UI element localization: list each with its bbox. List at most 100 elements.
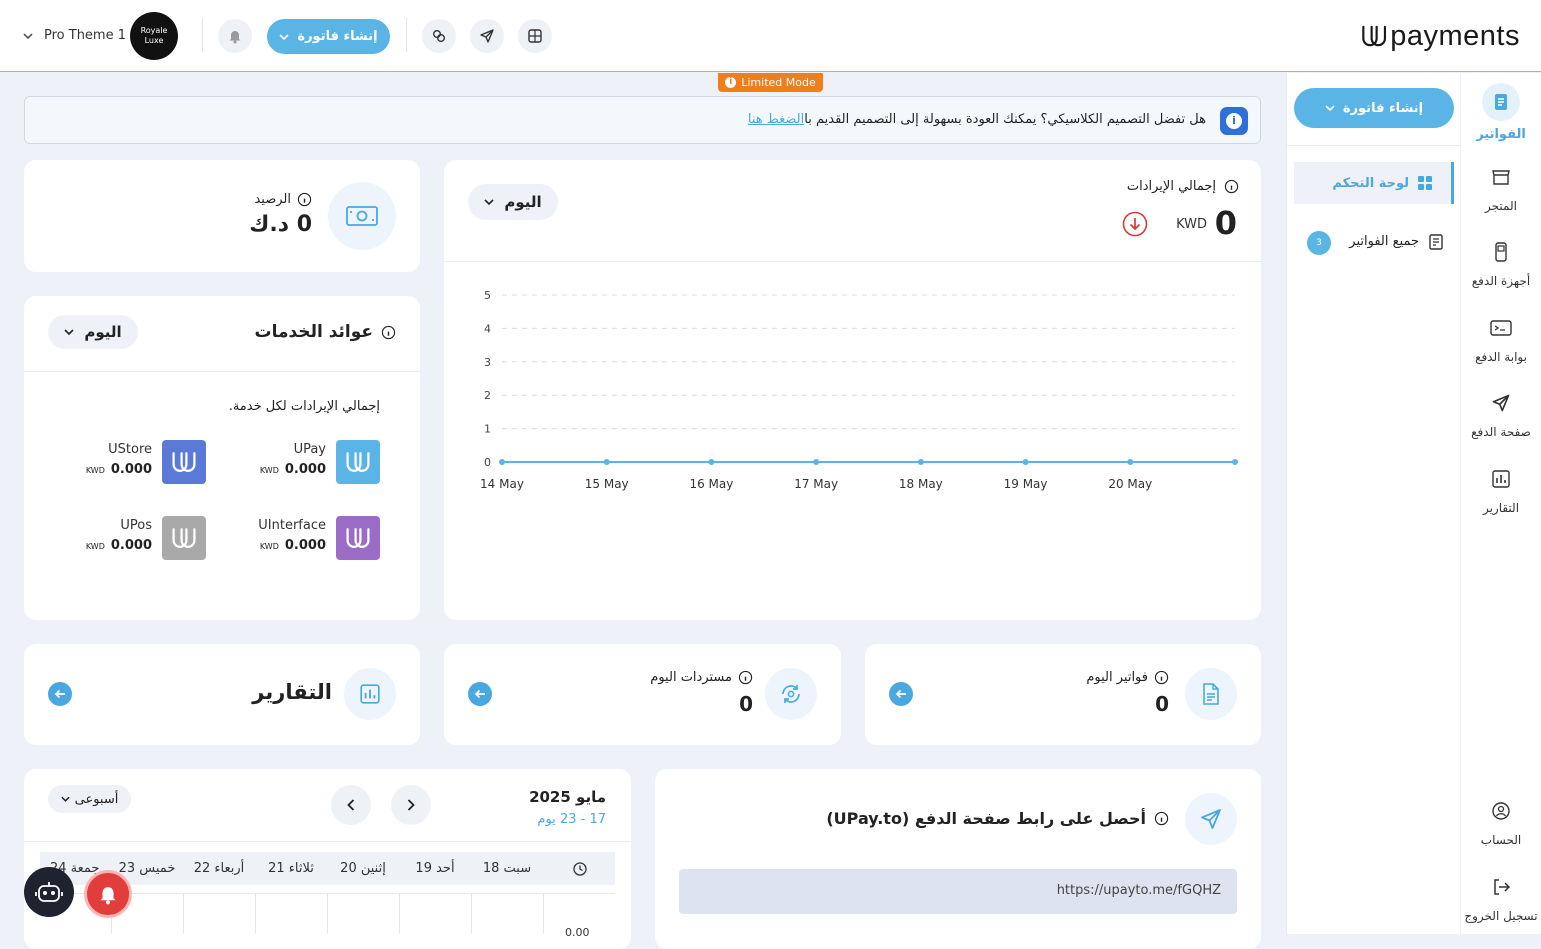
calendar-day-header: أربعاء 22 [193,861,245,876]
arrow-left-icon[interactable] [48,682,72,706]
data-point[interactable] [1232,459,1238,465]
service-uinterface[interactable]: UInterface KWD 0.000 [230,516,380,562]
rail-item-reports[interactable]: التقارير [1461,463,1541,515]
rail-item-payment-page[interactable]: صفحة الدفع [1461,387,1541,439]
send-button[interactable] [470,19,504,53]
calendar-next-button[interactable] [391,785,431,825]
arrow-left-icon[interactable] [468,682,492,706]
uinterface-logo-icon [336,516,380,560]
payment-link-field[interactable]: https://upayto.me/fGQHZ [679,869,1237,914]
link-icon [433,30,445,42]
revenue-period-dropdown[interactable]: اليوم [468,184,558,220]
info-icon[interactable] [381,325,396,340]
calendar-range: 17 - 23 يوم [537,812,606,827]
data-point[interactable] [1022,459,1029,465]
y-tick-label: 2 [484,389,491,402]
arrow-left-icon[interactable] [889,682,913,706]
chatbot-button[interactable] [24,867,74,917]
notifications-button[interactable] [218,19,252,53]
create-invoice-header-button[interactable]: إنشاء فاتورة [267,19,390,54]
sidebar-item-dashboard[interactable]: لوحة التحكم [1294,162,1454,204]
info-icon[interactable] [738,670,753,685]
info-icon[interactable] [297,192,312,207]
y-tick-label: 3 [484,356,491,369]
grid-icon [528,29,542,43]
info-icon[interactable] [1224,179,1239,194]
payment-link-title: أحصل على رابط صفحة الدفع (UPay.to) [826,809,1146,828]
y-tick-label: 1 [484,423,491,436]
y-tick-label: 5 [484,289,491,302]
chevron-down-icon [61,796,70,802]
store-icon [1485,161,1517,193]
classic-design-banner: i هل تفضل التصميم الكلاسيكي؟ يمكنك العود… [24,96,1261,144]
data-point[interactable] [603,459,610,465]
info-icon[interactable] [1154,670,1169,685]
refunds-today-card[interactable]: مستردات اليوم 0 [444,644,841,745]
brand-logo[interactable]: payments [1360,18,1520,54]
calendar-prev-button[interactable] [331,785,371,825]
calendar-view-dropdown[interactable]: أسبوعى [48,785,131,813]
link-button[interactable] [422,19,456,53]
calendar-month: مايو 2025 [529,788,606,806]
create-invoice-sidebar-button[interactable]: إنشاء فاتورة [1294,88,1454,128]
x-tick-label: 20 May [1108,477,1152,491]
user-name[interactable]: Pro Theme 1 [44,28,126,43]
brand-name: payments [1390,19,1520,52]
chevron-right-icon [407,799,415,811]
chevron-down-icon[interactable] [23,33,33,39]
revenue-card: إجمالي الإيرادات 0 KWD اليوم 0 1 2 3 4 5 14 Ma… [444,160,1261,620]
rail-item-pos-devices[interactable]: أجهزة الدفع [1461,236,1541,288]
balance-value: 0 د.ك [249,212,312,237]
bell-icon [229,31,241,44]
top-header: payments إنشاء فاتورة Royale Luxe Pro Th… [0,0,1541,72]
classic-design-link[interactable]: الضغط هنا [748,112,804,127]
x-tick-label: 17 May [794,477,838,491]
info-icon: i [1220,107,1248,135]
live-notification-button[interactable] [84,870,132,918]
calendar-day-header: إثنين 20 [340,861,386,876]
y-tick-label: 4 [484,322,491,335]
rail-item-payment-gateway[interactable]: بوابة الدفع [1461,312,1541,364]
brand-mark-icon [1362,25,1387,47]
reports-card[interactable]: التقارير [24,644,420,745]
data-point[interactable] [813,459,820,465]
revenue-value: 0 [1214,204,1237,242]
data-point[interactable] [1127,459,1134,465]
service-upay[interactable]: UPay KWD 0.000 [230,440,380,486]
rail-item-account[interactable]: الحساب [1461,795,1541,847]
rail-item-invoices[interactable]: الفواتير [1461,83,1541,142]
send-icon [1185,793,1237,845]
chevron-left-icon [347,799,355,811]
secondary-sidebar: إنشاء فاتورة لوحة التحكم 3 جميع الفواتير [1286,73,1461,934]
service-upos[interactable]: UPos KWD 0.000 [56,516,206,562]
grid-button[interactable] [518,19,552,53]
down-trend-icon [1122,211,1148,237]
services-period-dropdown[interactable]: اليوم [48,315,138,349]
balance-card: الرصيد 0 د.ك [24,160,420,272]
banner-text: هل تفضل التصميم الكلاسيكي؟ يمكنك العودة … [804,112,1206,127]
account-icon [1485,795,1517,827]
document-icon [1185,668,1237,720]
x-tick-label: 14 May [480,477,524,491]
info-icon[interactable] [1154,811,1169,826]
calendar-day-header: سبت 18 [482,861,532,876]
ustore-logo-icon [162,440,206,484]
sidebar-item-all-invoices[interactable]: 3 جميع الفواتير [1294,226,1454,258]
chevron-down-icon [484,199,494,205]
service-ustore[interactable]: UStore KWD 0.000 [56,440,206,486]
avatar[interactable]: Royale Luxe [130,12,178,60]
invoice-icon [1482,83,1520,121]
upos-logo-icon [162,516,206,560]
reports-icon [1485,463,1517,495]
services-title: عوائد الخدمات [254,322,374,342]
data-point[interactable] [917,459,924,465]
invoices-today-card[interactable]: فواتير اليوم 0 [865,644,1261,745]
cash-icon [328,182,396,250]
data-point[interactable] [708,459,715,465]
data-point[interactable] [499,459,505,465]
robot-icon [35,882,63,902]
primary-sidebar: الفواتير المتجر أجهزة الدفع بوابة الدفع … [1461,73,1541,934]
rail-item-store[interactable]: المتجر [1461,161,1541,213]
card-divider [24,371,420,372]
rail-item-logout[interactable]: تسجيل الخروج [1461,871,1541,923]
